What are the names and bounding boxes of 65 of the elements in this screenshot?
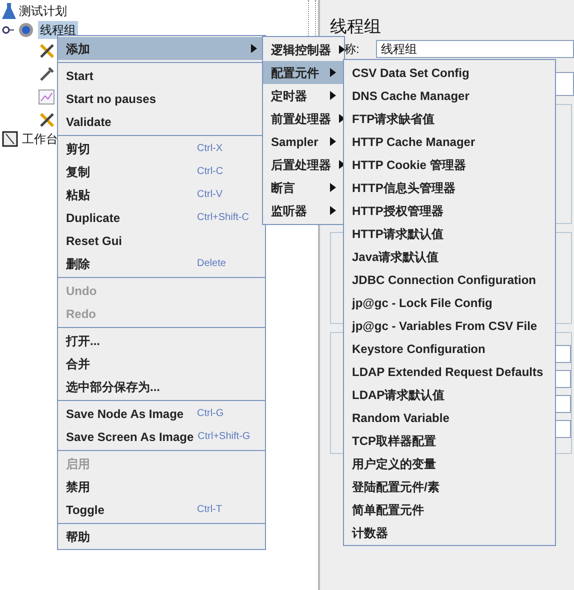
menu-item[interactable]: 登陆配置元件/素: [344, 475, 556, 498]
menu-item[interactable]: JDBC Connection Configuration: [344, 268, 556, 291]
shortcut-label: Ctrl-V: [197, 188, 223, 202]
menu-item[interactable]: Save Node As Image Ctrl-G: [58, 402, 265, 425]
menu-item[interactable]: HTTP请求默认值: [344, 222, 556, 245]
menu-item[interactable]: 用户定义的变量: [344, 452, 556, 475]
menu-item[interactable]: TCP取样器配置: [344, 429, 556, 452]
text-field[interactable]: [554, 72, 574, 96]
menu-item[interactable]: DNS Cache Manager: [344, 84, 556, 107]
menu-item[interactable]: 监听器: [263, 199, 344, 222]
menu-item[interactable]: 合并: [58, 352, 265, 375]
menu-item[interactable]: 配置元件: [263, 61, 344, 84]
shortcut-label: Ctrl-G: [197, 407, 224, 421]
text-field[interactable]: 线程组: [376, 40, 574, 58]
menu-item[interactable]: 打开...: [58, 329, 265, 352]
menu-item[interactable]: 禁用: [58, 475, 265, 498]
menu-item[interactable]: HTTP授权管理器: [344, 199, 556, 222]
menu-item[interactable]: 定时器: [263, 84, 344, 107]
menu-item[interactable]: 删除 Delete: [58, 252, 265, 275]
tools-icon: [38, 111, 56, 129]
menu-item[interactable]: 粘贴 Ctrl-V: [58, 183, 265, 206]
menu-item[interactable]: LDAP请求默认值: [344, 383, 556, 406]
menu-item[interactable]: 选中部分保存为...: [58, 375, 265, 398]
menu-item[interactable]: 剪切 Ctrl-X: [58, 137, 265, 160]
tree-item-label[interactable]: 工作台: [22, 130, 58, 148]
menu-item[interactable]: 计数器: [344, 521, 556, 544]
menu-item[interactable]: jp@gc - Lock File Config: [344, 291, 556, 314]
menu-item[interactable]: FTP请求缺省值: [344, 107, 556, 130]
menu-item[interactable]: Validate: [58, 110, 265, 133]
menu-item[interactable]: Duplicate Ctrl+Shift-C: [58, 206, 265, 229]
notebook-icon: [2, 131, 18, 147]
menu-item[interactable]: Start no pauses: [58, 87, 265, 110]
menu-item[interactable]: 帮助: [58, 525, 265, 548]
shortcut-label: Ctrl-T: [197, 503, 222, 517]
menu-item[interactable]: 断言: [263, 176, 344, 199]
menu-item[interactable]: Keystore Configuration: [344, 337, 556, 360]
menu-item[interactable]: Java请求默认值: [344, 245, 556, 268]
menu-item[interactable]: 简单配置元件: [344, 498, 556, 521]
shortcut-label: Ctrl+Shift-C: [197, 211, 249, 225]
menu-item[interactable]: Reset Gui: [58, 229, 265, 252]
tree-item-label[interactable]: 测试计划: [19, 2, 67, 20]
menu-item[interactable]: Save Screen As Image Ctrl+Shift-G: [58, 425, 265, 448]
menu-item[interactable]: Start: [58, 64, 265, 87]
shortcut-label: Ctrl+Shift-G: [198, 430, 250, 444]
menu-item[interactable]: HTTP信息头管理器: [344, 176, 556, 199]
menu-item[interactable]: jp@gc - Variables From CSV File: [344, 314, 556, 337]
menu-item[interactable]: CSV Data Set Config: [344, 61, 556, 84]
shortcut-label: Ctrl-X: [197, 142, 223, 156]
menu-item[interactable]: 添加: [58, 37, 265, 60]
menu-item[interactable]: Sampler: [263, 130, 344, 153]
flask-icon: [2, 3, 16, 19]
menu-item[interactable]: HTTP Cookie 管理器: [344, 153, 556, 176]
menu-item[interactable]: Random Variable: [344, 406, 556, 429]
shortcut-label: Delete: [197, 257, 226, 271]
field-label: 称:: [344, 41, 360, 58]
menu-item[interactable]: HTTP Cache Manager: [344, 130, 556, 153]
menu-item[interactable]: Toggle Ctrl-T: [58, 498, 265, 521]
shortcut-label: Ctrl-C: [197, 165, 224, 179]
menu-item[interactable]: 复制 Ctrl-C: [58, 160, 265, 183]
tools-icon: [38, 42, 56, 60]
panel-title: 线程组: [330, 16, 382, 38]
tree-toggle-icon[interactable]: [2, 25, 14, 35]
menu-item[interactable]: 逻辑控制器: [263, 38, 344, 61]
menu-item[interactable]: LDAP Extended Request Defaults: [344, 360, 556, 383]
chart-icon: [38, 88, 56, 106]
